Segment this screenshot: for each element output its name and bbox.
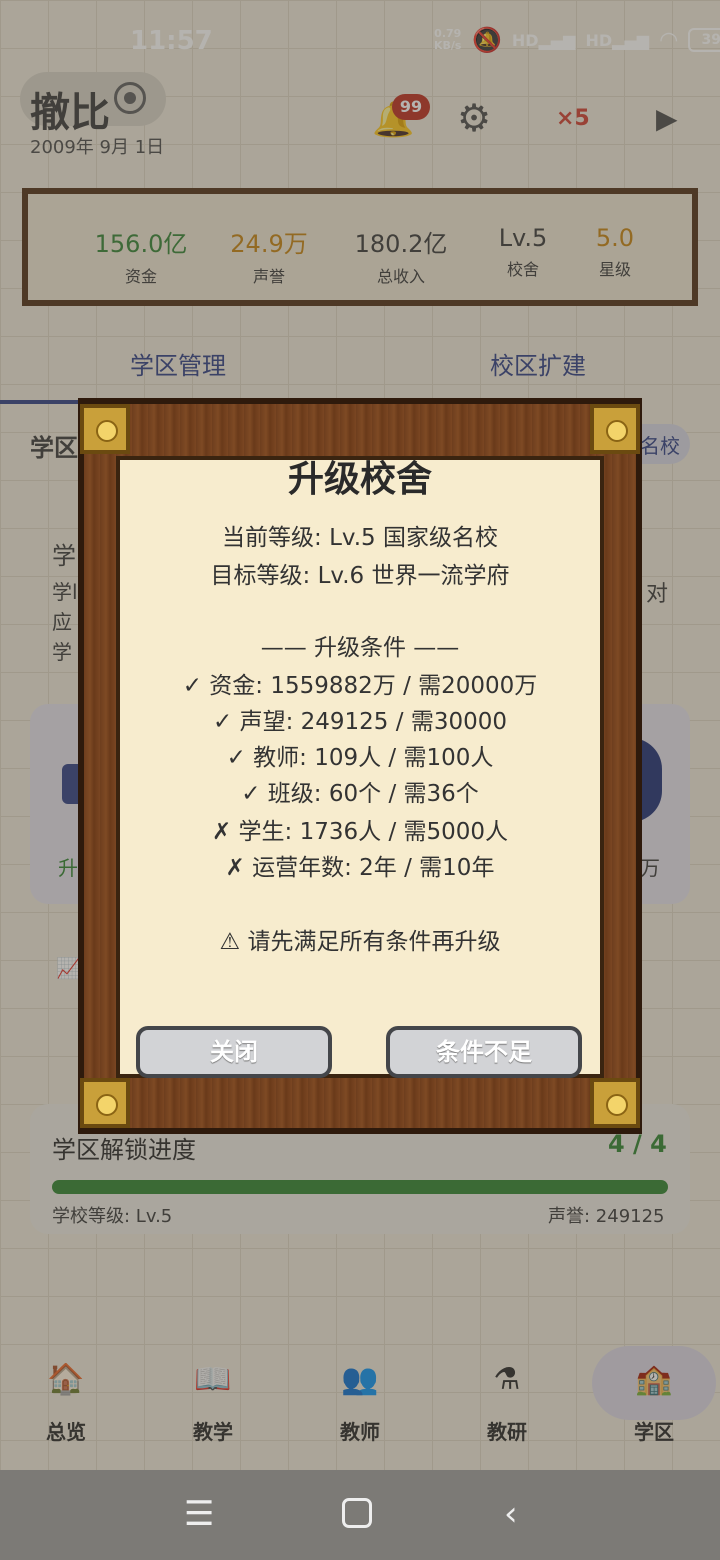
upgrade-button[interactable]: 条件不足 xyxy=(386,1026,582,1078)
close-button[interactable]: 关闭 xyxy=(136,1026,332,1078)
conditions-header: —— 升级条件 —— xyxy=(260,635,460,661)
target-level: 目标等级: Lv.6 世界一流学府 xyxy=(210,563,510,589)
condition-funds: ✓ 资金: 1559882万 / 需20000万 xyxy=(182,673,538,699)
condition-reputation: ✓ 声望: 249125 / 需30000 xyxy=(213,709,507,735)
current-level: 当前等级: Lv.5 国家级名校 xyxy=(222,525,498,551)
condition-years: ✗ 运营年数: 2年 / 需10年 xyxy=(225,855,495,881)
condition-classes: ✓ 班级: 60个 / 需36个 xyxy=(241,781,479,807)
condition-students: ✗ 学生: 1736人 / 需5000人 xyxy=(211,819,509,845)
corner-ornament-icon xyxy=(590,1078,640,1128)
corner-ornament-icon xyxy=(80,404,130,454)
condition-teachers: ✓ 教师: 109人 / 需100人 xyxy=(226,745,494,771)
corner-ornament-icon xyxy=(80,1078,130,1128)
corner-ornament-icon xyxy=(590,404,640,454)
warning-message: ⚠ 请先满足所有条件再升级 xyxy=(219,929,501,955)
home-icon[interactable] xyxy=(342,1498,372,1528)
menu-icon[interactable]: ☰ xyxy=(184,1494,214,1534)
dialog-title: 升级校舍 xyxy=(287,459,432,500)
back-icon[interactable]: ‹ xyxy=(504,1494,518,1534)
